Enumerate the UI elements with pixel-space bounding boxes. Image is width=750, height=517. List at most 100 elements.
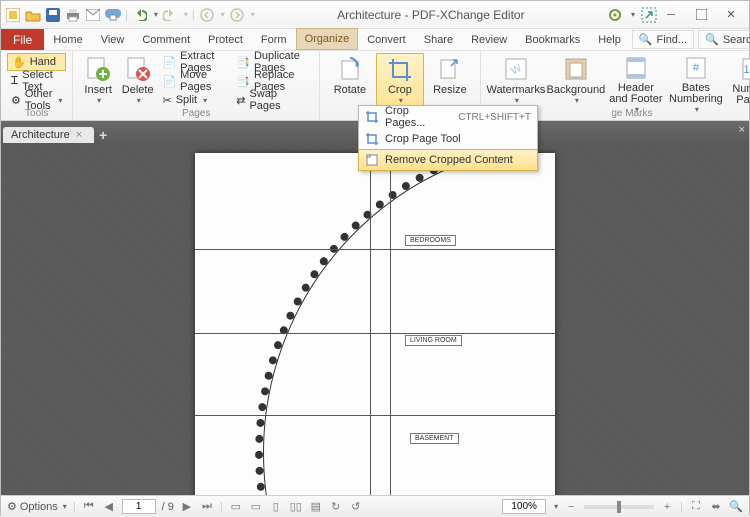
svg-text:#: # (693, 62, 700, 74)
tab-close-icon[interactable]: × (76, 129, 82, 141)
prev-page-icon[interactable]: ◀ (102, 500, 116, 514)
watermark-icon: W (502, 55, 530, 83)
background-icon (562, 55, 590, 83)
undo-icon[interactable] (132, 7, 148, 23)
crop-page-tool-item[interactable]: Crop Page Tool (359, 128, 537, 150)
hand-icon: ✋ (12, 56, 26, 69)
crop-tool-icon (365, 132, 379, 146)
find-icon: 🔍 (639, 33, 653, 46)
scan-icon[interactable] (105, 7, 121, 23)
close-button[interactable]: ✕ (717, 5, 745, 25)
first-page-icon[interactable]: ⏮ (82, 500, 96, 514)
quick-access-toolbar: | ▾ ▾ | ▾ ▾ (5, 7, 255, 23)
menu-review[interactable]: Review (462, 29, 516, 50)
swap-pages[interactable]: ⇄Swap Pages (232, 91, 313, 109)
arc-inner (263, 153, 555, 495)
doc-tab-title: Architecture (11, 129, 70, 141)
menu-comment[interactable]: Comment (133, 29, 199, 50)
move-pages[interactable]: 📄Move Pages (158, 72, 230, 90)
menu-form[interactable]: Form (252, 29, 296, 50)
label-bedrooms: BEDROOMS (405, 235, 456, 246)
bates-icon: # (682, 55, 710, 81)
menu-organize[interactable]: Organize (296, 28, 359, 50)
label-living: LIVING ROOM (405, 335, 462, 346)
fit-page-icon[interactable]: ⛶ (689, 500, 703, 514)
cursor-icon: Ꮖ (11, 75, 18, 88)
search-label: Search... (723, 34, 750, 46)
window-controls: ─ ✕ (657, 5, 745, 25)
zoom-in-icon[interactable]: + (660, 500, 674, 514)
fit-width-icon[interactable]: ⬌ (709, 500, 723, 514)
header-footer-icon (622, 55, 650, 81)
hand-label: Hand (30, 56, 56, 68)
group-tools-label: Tools (1, 108, 72, 119)
status-bar: ⚙Options▾ | ⏮ ◀ / 9 ▶ ⏭ | ▭ ▭ ▯ ▯▯ ▤ ↻ ↺… (1, 495, 749, 517)
shortcut-label: CTRL+SHIFT+T (458, 112, 531, 123)
move-icon: 📄 (162, 75, 176, 88)
gear-icon: ⚙ (11, 94, 21, 107)
extract-icon: 📄 (162, 56, 176, 69)
options-button[interactable]: ⚙Options▾ (7, 500, 67, 513)
maximize-button[interactable] (687, 5, 715, 25)
find-button[interactable]: 🔍 Find... (632, 30, 694, 49)
find-label: Find... (657, 34, 688, 46)
redo-icon[interactable] (162, 7, 178, 23)
menu-help[interactable]: Help (589, 29, 630, 50)
zoom-reset-icon[interactable]: 🔍 (729, 500, 743, 514)
layout4-icon[interactable]: ▯▯ (289, 500, 303, 514)
save-icon[interactable] (45, 7, 61, 23)
last-page-icon[interactable]: ⏭ (200, 500, 214, 514)
nav-fwd-icon[interactable] (229, 7, 245, 23)
menu-protect[interactable]: Protect (199, 29, 252, 50)
menu-view[interactable]: View (92, 29, 134, 50)
layout1-icon[interactable]: ▭ (229, 500, 243, 514)
crop-pages-item[interactable]: Crop Pages... CTRL+SHIFT+T (359, 106, 537, 128)
window-title: Architecture - PDF-XChange Editor (255, 8, 607, 22)
rotate-icon (336, 55, 364, 83)
new-tab-button[interactable]: + (94, 127, 112, 143)
gear-icon: ⚙ (7, 500, 17, 513)
page-total: / 9 (162, 501, 174, 513)
print-icon[interactable] (65, 7, 81, 23)
title-bar: | ▾ ▾ | ▾ ▾ Architecture - PDF-XChange E… (1, 1, 749, 29)
zoom-out-icon[interactable]: − (564, 500, 578, 514)
remove-cropped-item[interactable]: Remove Cropped Content (358, 149, 538, 171)
menu-share[interactable]: Share (415, 29, 462, 50)
other-tools[interactable]: ⚙Other Tools▾ (7, 91, 66, 109)
layout7-icon[interactable]: ↺ (349, 500, 363, 514)
tabs-close-icon[interactable]: × (739, 124, 745, 136)
page-input[interactable] (122, 499, 156, 514)
menu-bar: File Home View Comment Protect Form Orga… (1, 29, 749, 51)
menu-bookmarks[interactable]: Bookmarks (516, 29, 589, 50)
split-icon: ✂ (162, 94, 171, 107)
zoom-input[interactable] (502, 499, 546, 514)
mail-icon[interactable] (85, 7, 101, 23)
crop-icon (386, 56, 414, 83)
app-icon (5, 7, 21, 23)
minimize-button[interactable]: ─ (657, 5, 685, 25)
launch-icon[interactable] (641, 7, 657, 23)
resize-icon (436, 55, 464, 83)
document-viewport[interactable]: BEDROOMS LIVING ROOM BASEMENT (1, 143, 749, 495)
swap-icon: ⇄ (236, 94, 245, 107)
group-pages-label: Pages (73, 108, 319, 119)
zoom-slider[interactable] (584, 505, 654, 509)
menu-home[interactable]: Home (44, 29, 91, 50)
layout3-icon[interactable]: ▯ (269, 500, 283, 514)
svg-text:1.N: 1.N (743, 64, 750, 76)
insert-icon (84, 55, 112, 83)
nav-back-icon[interactable] (199, 7, 215, 23)
layout6-icon[interactable]: ↻ (329, 500, 343, 514)
pdf-page: BEDROOMS LIVING ROOM BASEMENT (195, 153, 555, 495)
document-tab[interactable]: Architecture × (3, 127, 94, 143)
search-button[interactable]: 🔍Search... (698, 30, 750, 49)
layout5-icon[interactable]: ▤ (309, 500, 323, 514)
crop-icon (365, 110, 379, 124)
open-icon[interactable] (25, 7, 41, 23)
next-page-icon[interactable]: ▶ (180, 500, 194, 514)
file-menu[interactable]: File (1, 29, 44, 50)
split-pages[interactable]: ✂Split▾ (158, 91, 230, 109)
layout2-icon[interactable]: ▭ (249, 500, 263, 514)
ui-options-icon[interactable] (607, 7, 623, 23)
menu-convert[interactable]: Convert (358, 29, 415, 50)
